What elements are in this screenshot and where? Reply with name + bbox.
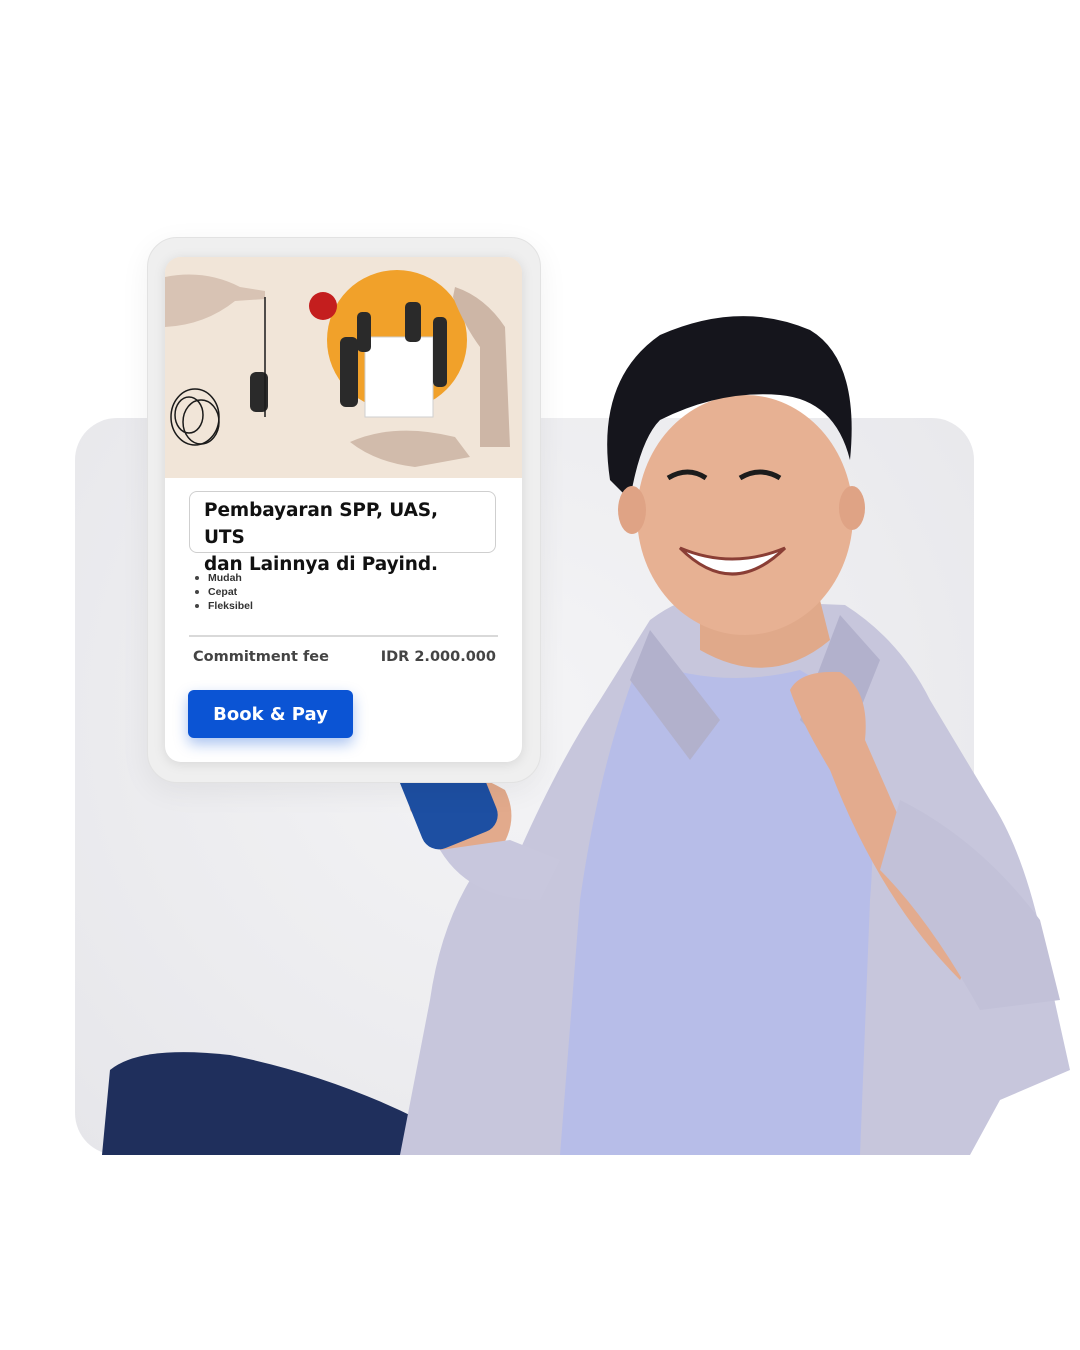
book-and-pay-button[interactable]: Book & Pay <box>188 690 353 738</box>
title-box: Pembayaran SPP, UAS, UTS dan Lainnya di … <box>189 491 496 575</box>
feature-item: Mudah <box>193 571 253 585</box>
payment-card: Pembayaran SPP, UAS, UTS dan Lainnya di … <box>165 257 522 762</box>
jeans <box>102 1052 440 1155</box>
card-title: Pembayaran SPP, UAS, UTS dan Lainnya di … <box>204 500 438 575</box>
divider <box>189 635 498 637</box>
collage-illustration <box>165 257 522 478</box>
fee-value: IDR 2.000.000 <box>380 649 496 665</box>
fee-label: Commitment fee <box>193 649 329 665</box>
feature-item: Fleksibel <box>193 599 253 613</box>
feature-list: Mudah Cepat Fleksibel <box>193 571 253 613</box>
feature-item: Cepat <box>193 585 253 599</box>
